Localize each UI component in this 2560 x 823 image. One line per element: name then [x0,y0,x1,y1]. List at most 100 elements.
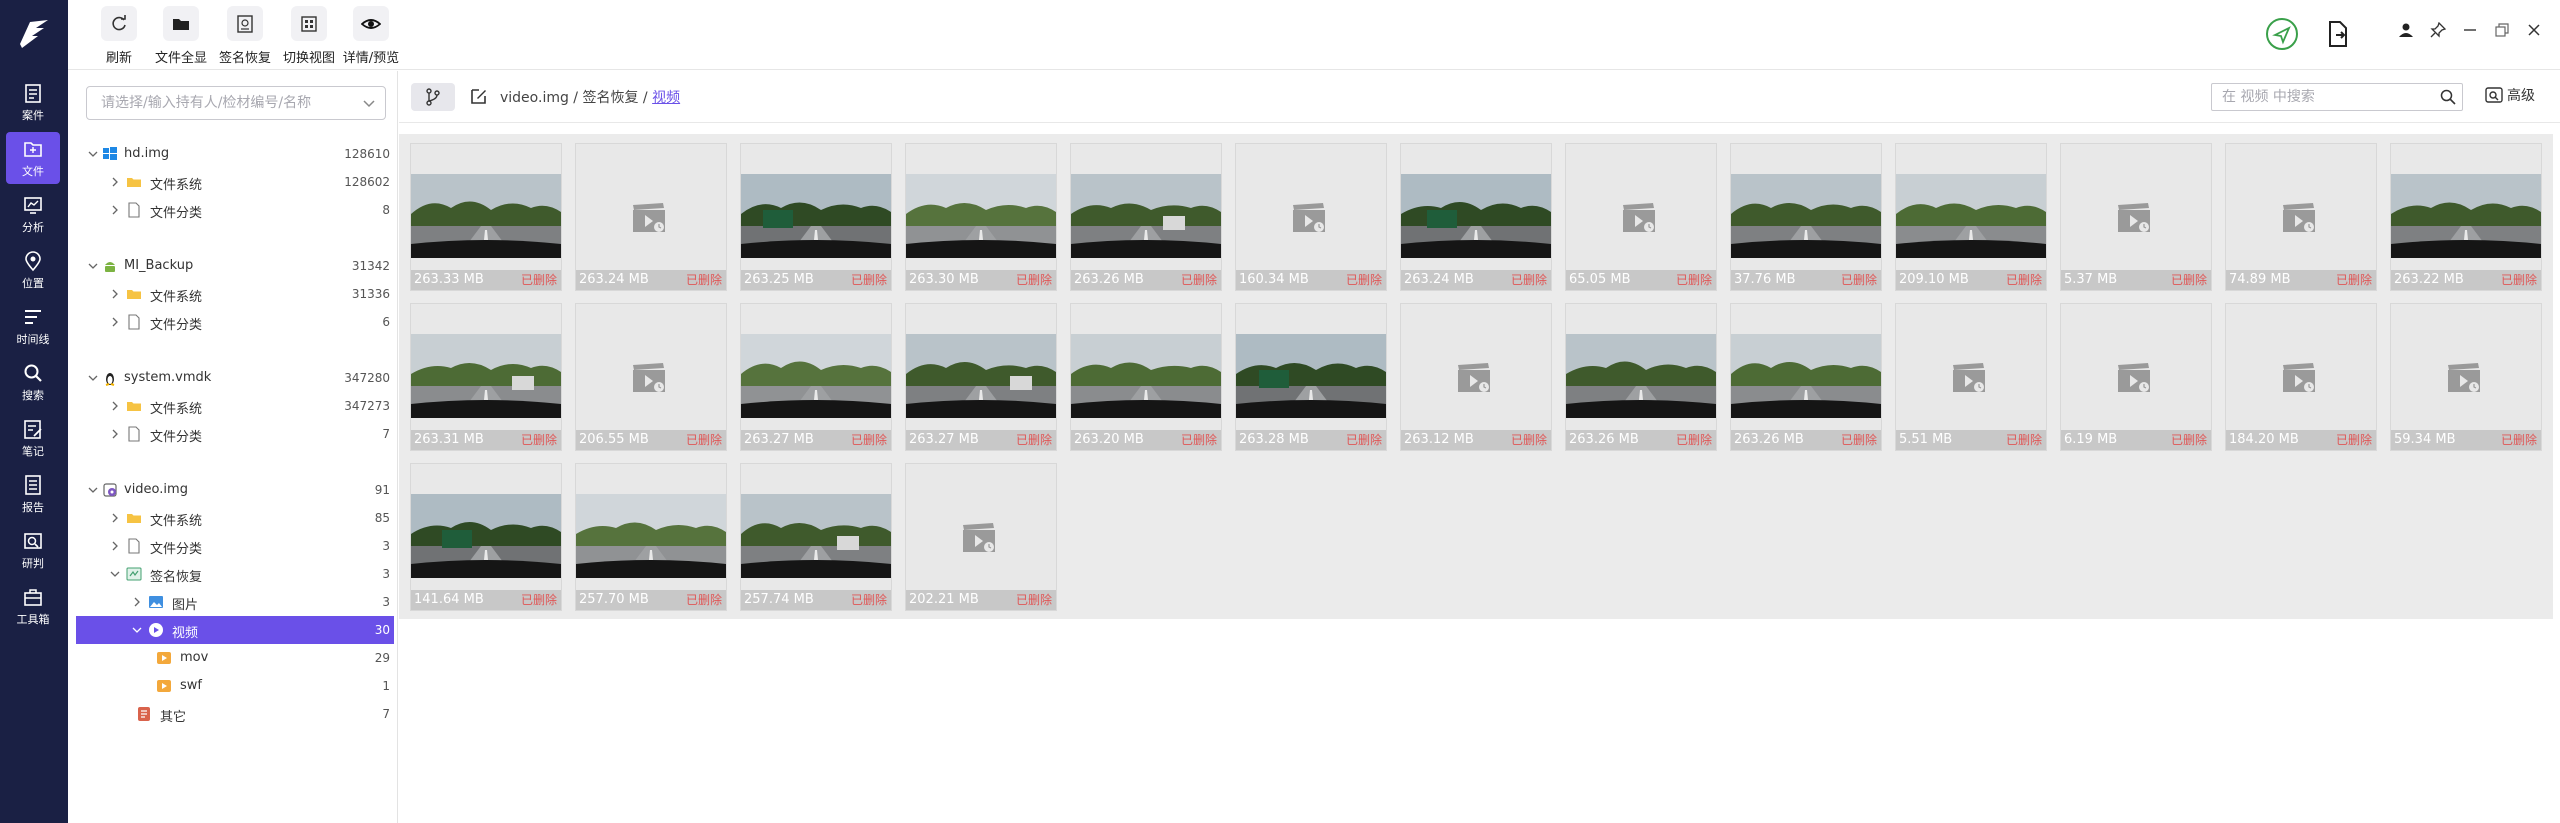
video-tile[interactable]: 74.89 MB 已删除 [2225,143,2377,291]
video-tile[interactable]: 184.20 MB 已删除 [2225,303,2377,451]
video-tile[interactable]: 263.20 MB 已删除 [1070,303,1222,451]
video-tile[interactable]: 59.34 MB 已删除 [2390,303,2542,451]
video-tile[interactable]: 160.34 MB 已删除 [1235,143,1387,291]
video-tile[interactable]: 65.05 MB 已删除 [1565,143,1717,291]
chevron-right-icon[interactable] [110,401,120,411]
tree-node[interactable]: 签名恢复 3 [76,560,394,588]
refresh-button[interactable]: 刷新 [88,6,150,66]
video-placeholder-icon [1458,363,1490,392]
tree-node[interactable]: mov 29 [76,644,394,672]
video-tile[interactable]: 263.33 MB 已删除 [410,143,562,291]
breadcrumb-item-signature-recovery[interactable]: 签名恢复 [582,90,638,106]
minimize-button[interactable] [2462,22,2478,38]
chevron-down-icon[interactable] [88,261,98,271]
chevron-down-icon[interactable] [88,485,98,495]
video-meta-bar: 257.70 MB 已删除 [576,590,726,610]
rail-item-note[interactable]: 笔记 [6,412,60,464]
tree-node[interactable]: 文件分类 8 [76,196,394,224]
tree-node[interactable]: video.img 91 [76,476,394,504]
branch-button[interactable] [411,83,455,111]
video-tile[interactable]: 263.30 MB 已删除 [905,143,1057,291]
video-tile[interactable]: 263.28 MB 已删除 [1235,303,1387,451]
breadcrumb-item-video-img[interactable]: video.img [500,90,569,106]
breadcrumb-current[interactable]: 视频 [652,90,680,106]
tree-node[interactable]: 文件系统 128602 [76,168,394,196]
chevron-right-icon[interactable] [132,597,142,607]
rail-item-judge[interactable]: 研判 [6,524,60,576]
pin-button[interactable] [2430,22,2446,38]
video-tile[interactable]: 263.26 MB 已删除 [1565,303,1717,451]
show-all-files-button[interactable]: 文件全显 [150,6,212,66]
video-tile[interactable]: 5.37 MB 已删除 [2060,143,2212,291]
rail-item-report[interactable]: 报告 [6,468,60,520]
pin-icon [2430,22,2446,38]
video-thumbnail [1731,334,1881,418]
video-tile[interactable]: 257.70 MB 已删除 [575,463,727,611]
chevron-right-icon[interactable] [110,317,120,327]
rail-item-toolbox[interactable]: 工具箱 [6,580,60,632]
search-input[interactable]: 在 视频 中搜索 [2211,83,2463,111]
tree-node[interactable]: 文件系统 347273 [76,392,394,420]
rail-item-analysis[interactable]: 分析 [6,188,60,240]
rail-item-file[interactable]: 文件 [6,132,60,184]
video-tile[interactable]: 209.10 MB 已删除 [1895,143,2047,291]
tree-node[interactable]: 其它 7 [76,700,394,728]
video-tile[interactable]: 263.31 MB 已删除 [410,303,562,451]
video-tile[interactable]: 263.24 MB 已删除 [575,143,727,291]
video-tile[interactable]: 263.26 MB 已删除 [1730,303,1882,451]
switch-view-button[interactable]: 切换视图 [278,6,340,66]
tree-node[interactable]: 图片 3 [76,588,394,616]
export-button[interactable] [2326,20,2350,48]
search-icon[interactable] [2440,89,2456,105]
tree-node[interactable]: system.vmdk 347280 [76,364,394,392]
tree-node[interactable]: 文件系统 31336 [76,280,394,308]
tree-node[interactable]: 文件分类 3 [76,532,394,560]
video-tile[interactable]: 263.22 MB 已删除 [2390,143,2542,291]
user-button[interactable] [2398,22,2414,38]
evidence-select[interactable]: 请选择/输入持有人/检材编号/名称 [86,86,386,120]
deleted-status-badge: 已删除 [685,433,722,447]
chevron-down-icon[interactable] [88,149,98,159]
tree-node[interactable]: swf 1 [76,672,394,700]
video-tile[interactable]: 263.27 MB 已删除 [905,303,1057,451]
video-tile[interactable]: 37.76 MB 已删除 [1730,143,1882,291]
tree-node[interactable]: 文件系统 85 [76,504,394,532]
video-tile[interactable]: 206.55 MB 已删除 [575,303,727,451]
chevron-right-icon[interactable] [110,429,120,439]
tree-node[interactable]: hd.img 128610 [76,140,394,168]
video-tile[interactable]: 263.24 MB 已删除 [1400,143,1552,291]
chevron-right-icon[interactable] [110,177,120,187]
close-button[interactable] [2526,22,2542,38]
restore-button[interactable] [2494,22,2510,38]
video-tile[interactable]: 5.51 MB 已删除 [1895,303,2047,451]
detail-preview-button[interactable]: 详情/预览 [340,6,402,66]
chevron-down-icon[interactable] [88,373,98,383]
video-tile[interactable]: 263.27 MB 已删除 [740,303,892,451]
video-tile[interactable]: 202.21 MB 已删除 [905,463,1057,611]
video-tile[interactable]: 263.26 MB 已删除 [1070,143,1222,291]
rail-item-timeline[interactable]: 时间线 [6,300,60,352]
edit-icon[interactable] [469,86,489,106]
tree-node[interactable]: 视频 30 [76,616,394,644]
chevron-down-icon[interactable] [110,569,120,579]
tree-node[interactable]: 文件分类 6 [76,308,394,336]
video-tile[interactable]: 263.25 MB 已删除 [740,143,892,291]
chevron-right-icon[interactable] [110,541,120,551]
rail-item-case[interactable]: 案件 [6,76,60,128]
chevron-right-icon[interactable] [110,289,120,299]
rail-item-location[interactable]: 位置 [6,244,60,296]
tree-node[interactable]: MI_Backup 31342 [76,252,394,280]
video-tile[interactable]: 6.19 MB 已删除 [2060,303,2212,451]
video-tile[interactable]: 141.64 MB 已删除 [410,463,562,611]
restore-icon [2495,23,2509,37]
video-tile[interactable]: 257.74 MB 已删除 [740,463,892,611]
chevron-down-icon[interactable] [132,625,142,635]
signature-recovery-button[interactable]: 签名恢复 [214,6,276,66]
chevron-right-icon[interactable] [110,205,120,215]
video-tile[interactable]: 263.12 MB 已删除 [1400,303,1552,451]
chevron-right-icon[interactable] [110,513,120,523]
tree-node[interactable]: 文件分类 7 [76,420,394,448]
send-button[interactable] [2264,16,2300,52]
advanced-search-button[interactable]: 高级 [2485,85,2535,105]
rail-item-search[interactable]: 搜索 [6,356,60,408]
